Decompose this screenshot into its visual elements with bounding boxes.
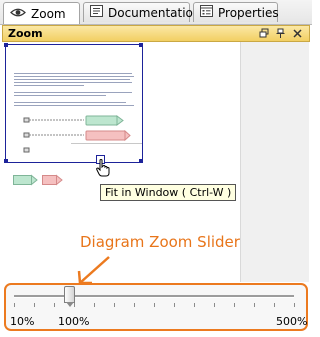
slider-thumb[interactable]	[64, 286, 75, 307]
slider-current-label: 100%	[58, 315, 90, 328]
resize-handle[interactable]	[139, 43, 143, 47]
slider-tick	[54, 303, 55, 307]
slider-min-label: 10%	[10, 315, 35, 328]
slider-tick	[214, 303, 215, 307]
slider-max-label: 500%	[276, 315, 308, 328]
slider-tick	[234, 303, 235, 307]
slider-tick	[154, 303, 155, 307]
tab-zoom[interactable]: Zoom	[3, 2, 80, 24]
slider-tick	[194, 303, 195, 307]
slider-track[interactable]	[14, 295, 294, 298]
slider-tick	[94, 303, 95, 307]
tab-label: Properties	[218, 5, 279, 20]
resize-handle[interactable]	[139, 159, 143, 163]
eye-icon	[10, 7, 26, 21]
tab-label: Documentation	[108, 5, 201, 20]
slider-tick	[294, 303, 295, 307]
diagram-thumbnail	[23, 115, 142, 153]
slider-tick	[134, 303, 135, 307]
slider-tick	[14, 303, 15, 307]
panel-title: Zoom	[8, 27, 43, 40]
tab-strip: Zoom Documentation Properties	[0, 0, 312, 25]
slider-tick	[74, 303, 75, 307]
tab-documentation[interactable]: Documentation	[83, 2, 201, 22]
hand-cursor-icon	[96, 159, 110, 180]
viewport-frame[interactable]	[5, 44, 143, 163]
slider-tick	[114, 303, 115, 307]
zoom-slider[interactable]: 10% 100% 500%	[4, 283, 308, 331]
restore-icon[interactable]	[259, 28, 270, 39]
slider-tick	[254, 303, 255, 307]
slider-tick	[274, 303, 275, 307]
resize-handle[interactable]	[4, 159, 8, 163]
tab-properties[interactable]: Properties	[193, 2, 279, 22]
fit-in-window-tooltip: Fit in Window ( Ctrl-W )	[100, 184, 237, 201]
zoom-slider-callout: Diagram Zoom Slider	[80, 233, 240, 251]
properties-icon	[200, 5, 213, 20]
slider-tick	[174, 303, 175, 307]
panel-header: Zoom	[2, 25, 310, 42]
tab-label: Zoom	[31, 6, 66, 21]
close-icon[interactable]	[292, 28, 303, 39]
slider-tick	[34, 303, 35, 307]
resize-handle[interactable]	[4, 43, 8, 47]
canvas-margin	[241, 42, 309, 282]
offscreen-shapes	[13, 174, 63, 186]
pin-icon[interactable]	[275, 28, 286, 39]
documentation-icon	[90, 5, 103, 20]
